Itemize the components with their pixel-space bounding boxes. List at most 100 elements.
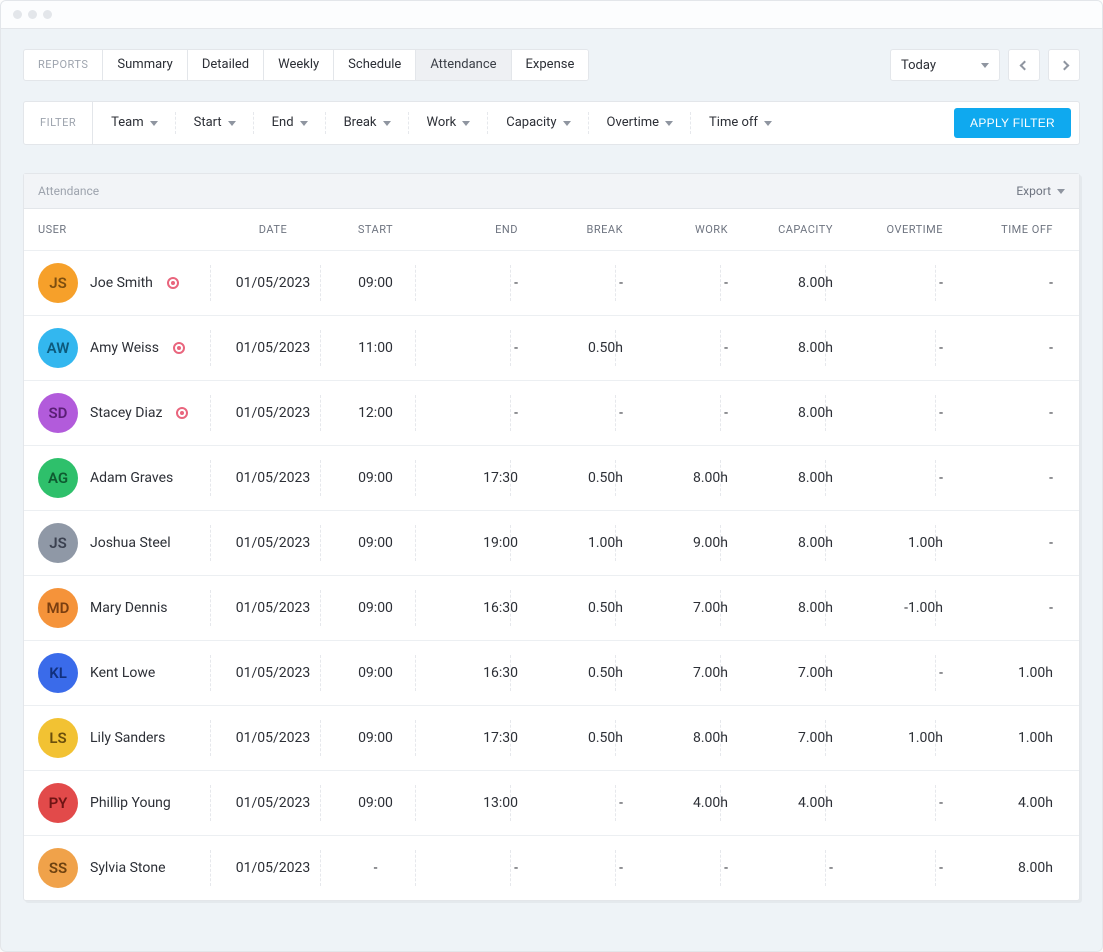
- cell-overtime: -: [833, 860, 943, 876]
- table-row[interactable]: AGAdam Graves01/05/202309:0017:300.50h8.…: [24, 446, 1079, 511]
- cell-date: 01/05/2023: [218, 795, 328, 811]
- tab-weekly[interactable]: Weekly: [264, 50, 334, 80]
- status-active-icon: [176, 407, 188, 419]
- cell-work: -: [623, 275, 728, 291]
- panel-title: Attendance: [38, 184, 99, 198]
- report-tabs: REPORTS SummaryDetailedWeeklyScheduleAtt…: [23, 49, 589, 81]
- cell-work: -: [623, 405, 728, 421]
- cell-end: -: [423, 340, 518, 356]
- table-row[interactable]: SDStacey Diaz01/05/202312:00---8.00h--: [24, 381, 1079, 446]
- col-user: USER: [38, 223, 218, 236]
- cell-capacity: -: [728, 860, 833, 876]
- table-row[interactable]: AWAmy Weiss01/05/202311:00-0.50h-8.00h--: [24, 316, 1079, 381]
- cell-date: 01/05/2023: [218, 470, 328, 486]
- filter-overtime[interactable]: Overtime: [589, 102, 691, 144]
- table-row[interactable]: LSLily Sanders01/05/202309:0017:300.50h8…: [24, 706, 1079, 771]
- tab-attendance[interactable]: Attendance: [416, 50, 511, 80]
- table-row[interactable]: MDMary Dennis01/05/202309:0016:300.50h7.…: [24, 576, 1079, 641]
- status-active-icon: [167, 277, 179, 289]
- cell-break: -: [518, 860, 623, 876]
- table-row[interactable]: JSJoe Smith01/05/202309:00---8.00h--: [24, 251, 1079, 316]
- caret-down-icon: [300, 121, 308, 126]
- filter-break[interactable]: Break: [326, 102, 409, 144]
- avatar: PY: [38, 783, 78, 823]
- avatar: JS: [38, 523, 78, 563]
- filter-start[interactable]: Start: [176, 102, 254, 144]
- filter-end[interactable]: End: [254, 102, 326, 144]
- date-controls: Today: [890, 49, 1080, 81]
- filter-label-text: Break: [344, 102, 377, 144]
- filter-items: TeamStartEnd Break Work Capacity Overtime Tim…: [93, 102, 954, 144]
- app-body: REPORTS SummaryDetailedWeeklyScheduleAtt…: [1, 29, 1102, 951]
- cell-timeoff: 4.00h: [943, 795, 1053, 811]
- col-timeoff: TIME OFF: [943, 223, 1053, 236]
- user-name: Mary Dennis: [90, 600, 168, 616]
- filter-team[interactable]: Team: [93, 102, 176, 144]
- cell-timeoff: -: [943, 340, 1053, 356]
- user-name: Amy Weiss: [90, 340, 159, 356]
- user-name: Stacey Diaz: [90, 405, 162, 421]
- avatar: JS: [38, 263, 78, 303]
- cell-timeoff: -: [943, 535, 1053, 551]
- table-row[interactable]: KLKent Lowe01/05/202309:0016:300.50h7.00…: [24, 641, 1079, 706]
- cell-work: -: [623, 340, 728, 356]
- col-start: START: [328, 223, 423, 236]
- cell-break: -: [518, 795, 623, 811]
- user-cell: KLKent Lowe: [38, 653, 218, 693]
- date-next-button[interactable]: [1048, 49, 1080, 81]
- cell-start: 09:00: [328, 470, 423, 486]
- chevron-right-icon: [1059, 60, 1069, 70]
- caret-down-icon: [150, 121, 158, 126]
- cell-capacity: 8.00h: [728, 470, 833, 486]
- tab-summary[interactable]: Summary: [103, 50, 187, 80]
- filter-label-text: Overtime: [607, 102, 659, 144]
- caret-down-icon: [383, 121, 391, 126]
- tab-schedule[interactable]: Schedule: [334, 50, 416, 80]
- caret-down-icon: [462, 121, 470, 126]
- cell-overtime: -1.00h: [833, 600, 943, 616]
- table-row[interactable]: PYPhillip Young01/05/202309:0013:00-4.00…: [24, 771, 1079, 836]
- filter-capacity[interactable]: Capacity: [488, 102, 588, 144]
- date-prev-button[interactable]: [1008, 49, 1040, 81]
- cell-end: -: [423, 860, 518, 876]
- export-button[interactable]: Export: [1016, 184, 1065, 198]
- chevron-left-icon: [1019, 60, 1029, 70]
- cell-capacity: 8.00h: [728, 340, 833, 356]
- avatar: SS: [38, 848, 78, 888]
- cell-timeoff: -: [943, 275, 1053, 291]
- date-range-select[interactable]: Today: [890, 49, 1000, 81]
- filter-work[interactable]: Work: [409, 102, 489, 144]
- table-header-row: USER DATE START END BREAK WORK CAPACITY …: [24, 209, 1079, 251]
- cell-start: 09:00: [328, 275, 423, 291]
- cell-start: 09:00: [328, 795, 423, 811]
- cell-start: 12:00: [328, 405, 423, 421]
- cell-start: -: [328, 860, 423, 876]
- tab-expense[interactable]: Expense: [512, 50, 589, 80]
- avatar: SD: [38, 393, 78, 433]
- app-window: REPORTS SummaryDetailedWeeklyScheduleAtt…: [0, 0, 1103, 952]
- filter-label-text: Capacity: [506, 102, 556, 144]
- tabs-group-label: REPORTS: [24, 50, 103, 80]
- user-cell: PYPhillip Young: [38, 783, 218, 823]
- cell-overtime: 1.00h: [833, 535, 943, 551]
- cell-date: 01/05/2023: [218, 405, 328, 421]
- cell-date: 01/05/2023: [218, 665, 328, 681]
- cell-start: 09:00: [328, 535, 423, 551]
- cell-break: -: [518, 275, 623, 291]
- table-row[interactable]: JSJoshua Steel01/05/202309:0019:001.00h9…: [24, 511, 1079, 576]
- apply-filter-button[interactable]: APPLY FILTER: [954, 108, 1071, 138]
- cell-start: 11:00: [328, 340, 423, 356]
- caret-down-icon: [665, 121, 673, 126]
- cell-timeoff: -: [943, 470, 1053, 486]
- cell-capacity: 7.00h: [728, 730, 833, 746]
- cell-timeoff: -: [943, 600, 1053, 616]
- tab-detailed[interactable]: Detailed: [188, 50, 264, 80]
- cell-date: 01/05/2023: [218, 275, 328, 291]
- table-row[interactable]: SSSylvia Stone01/05/2023------8.00h: [24, 836, 1079, 900]
- cell-end: 17:30: [423, 470, 518, 486]
- filter-time-off[interactable]: Time off: [691, 102, 790, 144]
- avatar: KL: [38, 653, 78, 693]
- cell-timeoff: 1.00h: [943, 730, 1053, 746]
- caret-down-icon: [981, 63, 989, 68]
- status-active-icon: [173, 342, 185, 354]
